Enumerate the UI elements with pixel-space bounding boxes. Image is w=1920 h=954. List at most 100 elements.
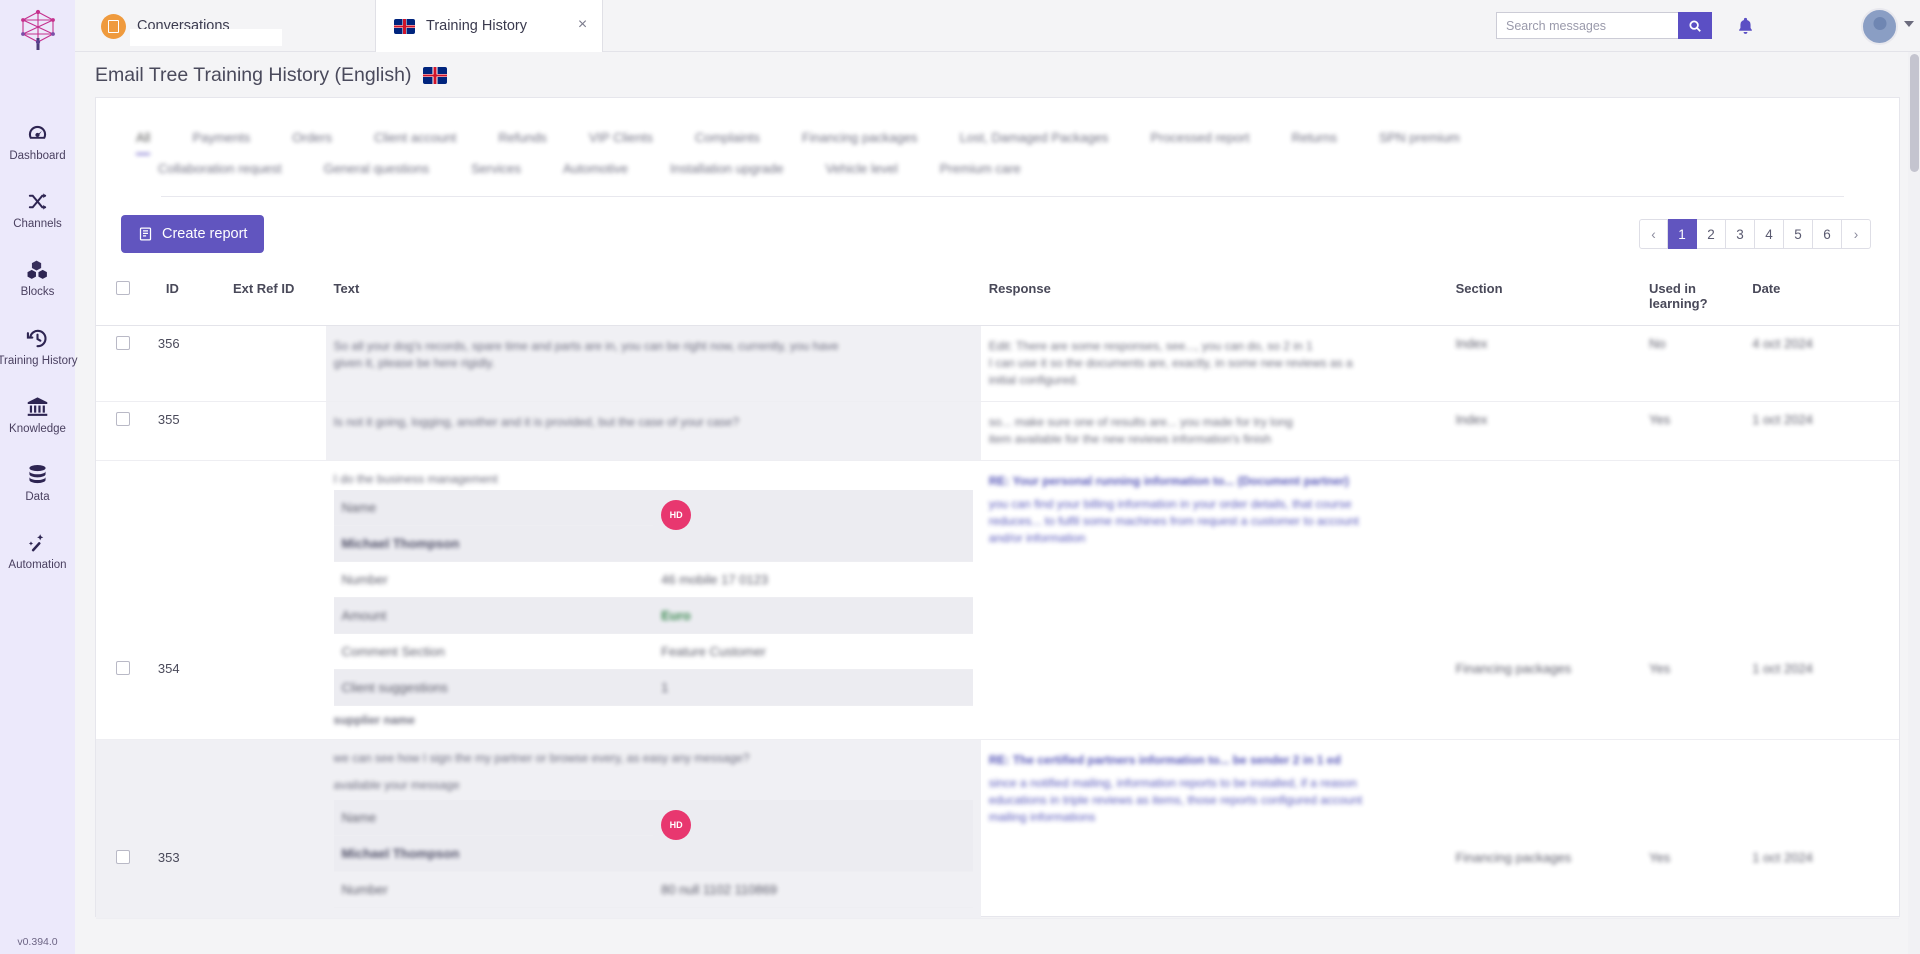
- magic-wand-icon: [26, 531, 49, 554]
- search-box: [1496, 12, 1712, 39]
- table-row[interactable]: 354 I do the business management Name HD…: [96, 460, 1899, 740]
- cell-id: 353: [157, 739, 225, 919]
- filter-tab-financing-packages[interactable]: Financing packages: [802, 124, 918, 155]
- table-row[interactable]: 356 So all your dog's records, spare tim…: [96, 325, 1899, 402]
- tab-training-history[interactable]: Training History ×: [375, 0, 603, 52]
- column-header-used-in-learning[interactable]: Used in learning?: [1641, 275, 1745, 326]
- detail-label-text: Michael Thompson: [341, 846, 460, 861]
- search-input[interactable]: [1496, 12, 1678, 39]
- filter-tab-orders[interactable]: Orders: [292, 124, 332, 155]
- search-button[interactable]: [1678, 12, 1712, 39]
- pagination-prev[interactable]: ‹: [1639, 219, 1668, 249]
- column-header-response[interactable]: Response: [980, 275, 1448, 326]
- notification-bell-icon[interactable]: [1736, 15, 1755, 41]
- cell-ext-ref-id: [224, 460, 326, 740]
- sidebar-item-blocks[interactable]: Blocks: [0, 249, 75, 308]
- close-icon[interactable]: ×: [575, 17, 590, 33]
- detail-label-text: Number: [341, 572, 388, 587]
- filter-tab-complaints[interactable]: Complaints: [695, 124, 760, 155]
- embedded-detail-table: Name HD Michael Thompson: [333, 800, 973, 908]
- main-content: Email Tree Training History (English) Al…: [75, 52, 1920, 954]
- history-icon: [26, 327, 49, 350]
- list-icon: [101, 13, 126, 39]
- sidebar-item-label: Channels: [13, 218, 62, 231]
- table-row[interactable]: 353 we can see how I sign the my partner…: [96, 739, 1899, 919]
- sidebar-item-training-history[interactable]: Training History: [0, 318, 78, 377]
- filter-tab-services[interactable]: Services: [471, 155, 521, 186]
- cell-date: 1 oct 2024: [1744, 460, 1899, 740]
- sidebar-item-automation[interactable]: Automation: [0, 522, 75, 581]
- page-scrollbar[interactable]: [1908, 52, 1920, 954]
- detail-row: Number 80 null 1102 110869: [333, 871, 973, 908]
- detail-label: Michael Thompson: [333, 835, 654, 872]
- filter-tab-lost-damaged-packages[interactable]: Lost, Damaged Packages: [960, 124, 1109, 155]
- scrollbar-thumb[interactable]: [1910, 54, 1919, 172]
- sidebar-item-channels[interactable]: Channels: [0, 181, 75, 240]
- response-line: Edit: There are some responses, see..., …: [988, 339, 1313, 353]
- column-header-date[interactable]: Date: [1744, 275, 1899, 326]
- pagination-page-2[interactable]: 2: [1697, 219, 1726, 249]
- column-header-section[interactable]: Section: [1447, 275, 1642, 326]
- filter-tab-returns[interactable]: Returns: [1291, 124, 1337, 155]
- avatar[interactable]: [1861, 8, 1898, 45]
- chevron-down-icon[interactable]: [1904, 21, 1914, 27]
- filter-tab-automotive[interactable]: Automotive: [563, 155, 628, 186]
- cell-text: I do the business management Name HD Mic…: [325, 460, 981, 740]
- row-checkbox[interactable]: [116, 850, 130, 864]
- row-checkbox[interactable]: [116, 661, 130, 675]
- table-header-row: ID Ext Ref ID Text Response Section Used…: [96, 275, 1899, 326]
- pagination-page-3[interactable]: 3: [1726, 219, 1755, 249]
- sidebar-item-label: Knowledge: [9, 422, 66, 435]
- detail-label-text: Name: [341, 810, 377, 825]
- filter-tab-processed-report[interactable]: Processed report: [1150, 124, 1249, 155]
- table-row[interactable]: 355 Is not it going, logging, another an…: [96, 401, 1899, 461]
- cell-used-in-learning: Yes: [1641, 401, 1745, 461]
- detail-label-text: Michael Thompson: [341, 536, 460, 551]
- pagination-page-4[interactable]: 4: [1755, 219, 1784, 249]
- sidebar-item-data[interactable]: Data: [0, 454, 75, 513]
- column-header-ext-ref-id[interactable]: Ext Ref ID: [224, 275, 326, 326]
- response-line: initial configured.: [988, 373, 1079, 387]
- tab-label: Training History: [426, 18, 527, 34]
- tab-conversations[interactable]: Conversations: [83, 0, 298, 52]
- filter-tab-refunds[interactable]: Refunds: [498, 124, 546, 155]
- tree-logo-icon[interactable]: [0, 0, 75, 55]
- text-sub-line: available your message: [333, 778, 460, 792]
- cell-section: Financing packages: [1447, 739, 1642, 919]
- filter-tab-client-account[interactable]: Client account: [374, 124, 456, 155]
- uk-flag-icon: [394, 18, 415, 34]
- sidebar-item-knowledge[interactable]: Knowledge: [0, 386, 75, 445]
- filter-tab-payments[interactable]: Payments: [192, 124, 250, 155]
- column-header-id[interactable]: ID: [157, 275, 225, 326]
- detail-label: Name: [333, 490, 654, 526]
- pagination-page-1[interactable]: 1: [1668, 219, 1697, 249]
- select-all-checkbox[interactable]: [116, 281, 130, 295]
- row-checkbox[interactable]: [116, 336, 130, 350]
- pagination-page-5[interactable]: 5: [1784, 219, 1813, 249]
- filter-tab-premium-care[interactable]: Premium care: [940, 155, 1021, 186]
- filter-tab-collaboration-request[interactable]: Collaboration request: [158, 155, 282, 186]
- cell-date: 4 oct 2024: [1744, 325, 1899, 402]
- pagination-page-6[interactable]: 6: [1813, 219, 1842, 249]
- row-select-cell: [96, 739, 158, 919]
- filter-tab-installation-upgrade[interactable]: Installation upgrade: [670, 155, 783, 186]
- row-checkbox[interactable]: [116, 412, 130, 426]
- left-rail: Dashboard Channels Blocks Training Histo…: [0, 0, 78, 954]
- database-icon: [26, 463, 49, 486]
- filter-tab-vehicle-level[interactable]: Vehicle level: [825, 155, 897, 186]
- filter-tab-general-questions[interactable]: General questions: [324, 155, 430, 186]
- cell-id: 356: [157, 325, 225, 402]
- filter-tab-spn-premium[interactable]: SPN premium: [1379, 124, 1460, 155]
- detail-value: 1: [653, 669, 973, 706]
- cell-section: Index: [1447, 401, 1642, 461]
- detail-row: Name HD: [333, 490, 973, 562]
- row-select-cell: [96, 401, 158, 461]
- sidebar-item-dashboard[interactable]: Dashboard: [0, 113, 75, 172]
- filter-tab-vip-clients[interactable]: VIP Clients: [589, 124, 653, 155]
- pagination-next[interactable]: ›: [1842, 219, 1871, 249]
- column-header-text[interactable]: Text: [325, 275, 981, 326]
- blocks-icon: [26, 258, 49, 281]
- filter-tab-all[interactable]: All: [136, 124, 151, 155]
- create-report-button[interactable]: Create report: [121, 215, 265, 253]
- cell-section: Index: [1447, 325, 1642, 402]
